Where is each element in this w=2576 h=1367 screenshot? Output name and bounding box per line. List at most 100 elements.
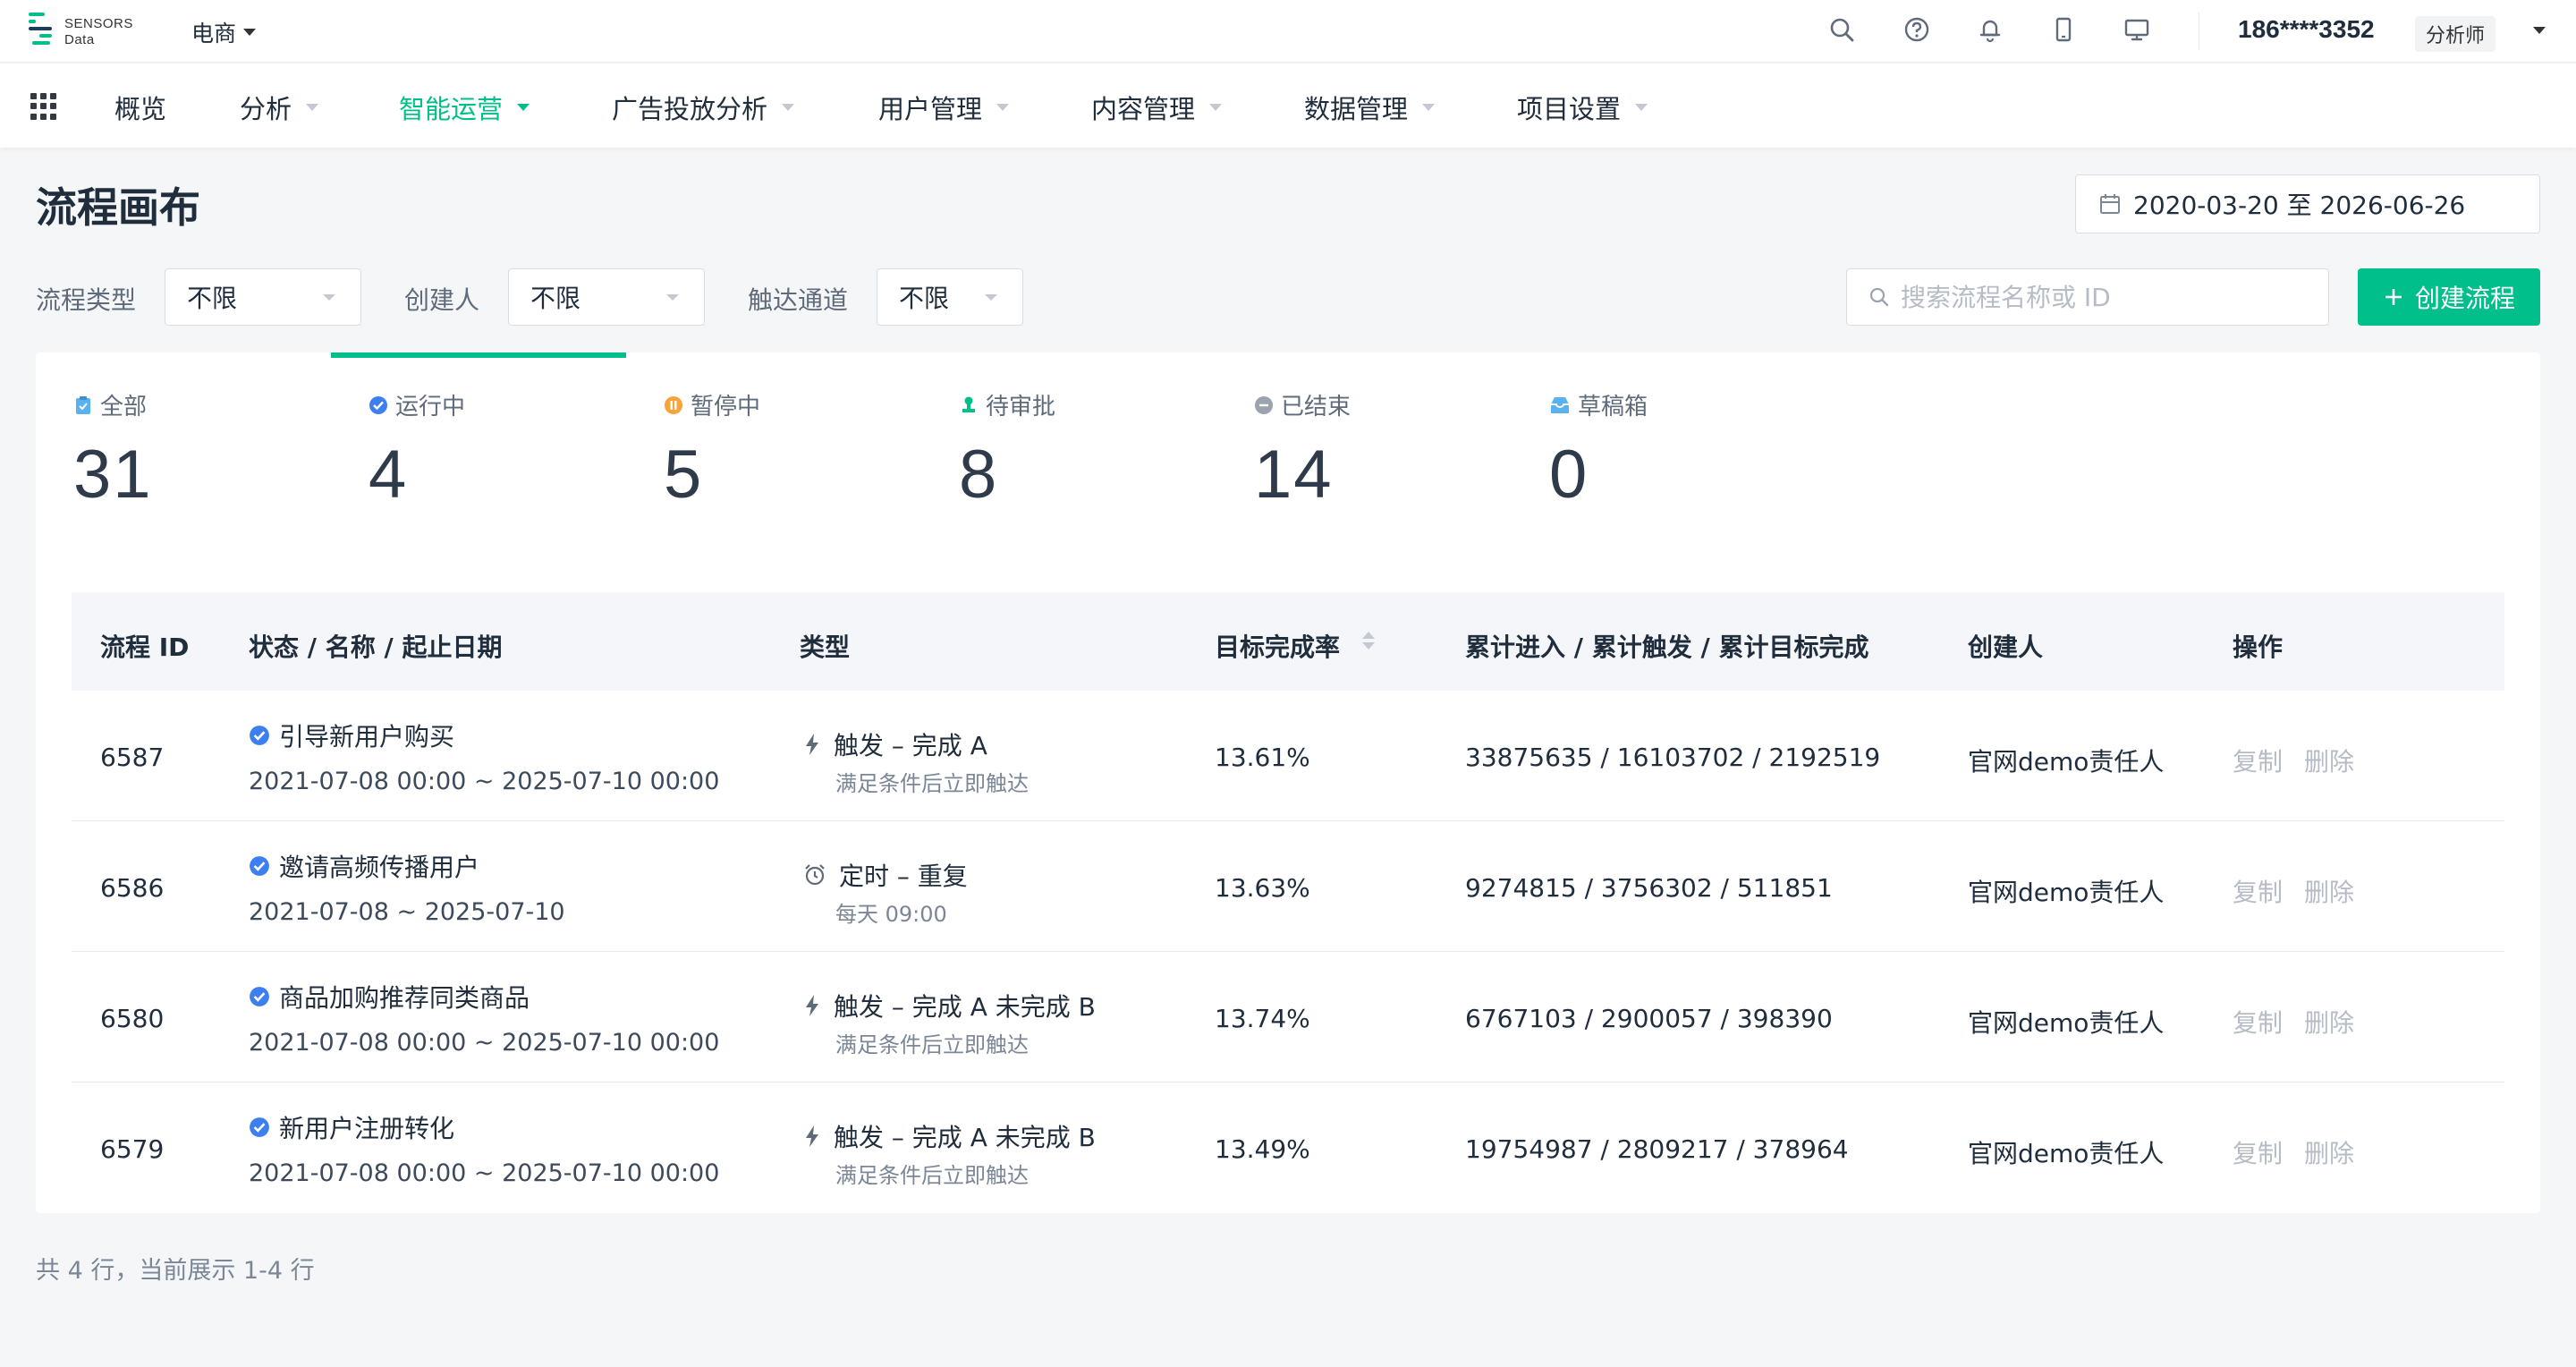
stat-label: 待审批 <box>986 394 1056 420</box>
flow-dates: 2021-07-08 00:00 ~ 2025-07-10 00:00 <box>249 1029 720 1057</box>
col-header-rate[interactable]: 目标完成率 <box>1215 628 1340 664</box>
flow-dates: 2021-07-08 ~ 2025-07-10 <box>249 898 565 926</box>
flow-name-link[interactable]: 引导新用户购买 <box>249 717 454 753</box>
creator-select[interactable]: 不限 <box>508 268 705 326</box>
flow-type-value: 不限 <box>187 284 238 313</box>
stat-tab-paused[interactable]: 暂停中 5 <box>664 388 932 514</box>
flow-type-desc: 每天 09:00 <box>835 902 947 927</box>
col-header-status: 状态 / 名称 / 起止日期 <box>249 633 503 662</box>
chevron-down-icon[interactable] <box>2533 27 2546 34</box>
table-row: 6580 商品加购推荐同类商品 2021-07-08 00:00 ~ 2025-… <box>72 952 2504 1083</box>
create-flow-button[interactable]: 创建流程 <box>2358 268 2540 326</box>
table-row: 6579 新用户注册转化 2021-07-08 00:00 ~ 2025-07-… <box>72 1083 2504 1213</box>
col-header-creator: 创建人 <box>1968 633 2044 662</box>
table-row: 6587 引导新用户购买 2021-07-08 00:00 ~ 2025-07-… <box>72 691 2504 821</box>
user-phone[interactable]: 186****3352 <box>2238 15 2375 44</box>
nav-item-user-management[interactable]: 用户管理 <box>878 89 1010 126</box>
stat-tab-drafts[interactable]: 草稿箱 0 <box>1549 388 1818 514</box>
flow-type-label: 触发 – 完成 A 未完成 B <box>834 992 1096 1022</box>
nav-item-data-management[interactable]: 数据管理 <box>1304 89 1436 126</box>
flow-list-card: 全部 31 运行中 4 暂停中 5 待审批 8 已结束 14 草稿箱 0 流程 … <box>36 352 2540 1213</box>
table-header: 流程 ID 状态 / 名称 / 起止日期 类型 目标完成率 累计进入 / 累计触… <box>72 592 2504 691</box>
copy-button[interactable]: 复制 <box>2233 873 2283 909</box>
calendar-icon <box>2100 194 2120 214</box>
delete-button[interactable]: 删除 <box>2304 873 2354 909</box>
sort-icon[interactable] <box>1362 632 1375 650</box>
stat-tab-all[interactable]: 全部 31 <box>73 388 342 514</box>
chevron-down-icon <box>517 104 530 111</box>
flow-type-desc: 满足条件后立即触达 <box>835 1163 1029 1188</box>
flow-type: 触发 – 完成 A 未完成 B <box>803 1118 1096 1154</box>
monitor-icon[interactable] <box>2122 14 2152 45</box>
role-badge[interactable]: 分析师 <box>2415 16 2496 52</box>
sensors-data-logo[interactable]: SENSORS Data <box>27 11 143 50</box>
copy-button[interactable]: 复制 <box>2233 1134 2283 1170</box>
flow-type: 定时 – 重复 <box>803 857 968 893</box>
stat-tab-pending-approval[interactable]: 待审批 8 <box>959 388 1227 514</box>
nav-item-project-settings[interactable]: 项目设置 <box>1517 89 1648 126</box>
nav-item-label: 广告投放分析 <box>612 94 768 124</box>
logo-icon <box>29 13 52 45</box>
flow-name-link[interactable]: 邀请高频传播用户 <box>249 848 479 884</box>
nav-item-label: 智能运营 <box>399 94 504 124</box>
nav-item-overview[interactable]: 概览 <box>114 89 166 126</box>
goal-rate: 13.63% <box>1215 873 1310 903</box>
stat-value: 4 <box>369 437 409 513</box>
stat-label: 已结束 <box>1281 394 1352 420</box>
nav-item-label: 数据管理 <box>1304 94 1409 124</box>
flow-type-select[interactable]: 不限 <box>165 268 361 326</box>
nav-item-label: 用户管理 <box>878 94 983 124</box>
nav-item-content-management[interactable]: 内容管理 <box>1091 89 1223 126</box>
nav-item-smart-ops[interactable]: 智能运营 <box>399 89 530 126</box>
flow-search-box[interactable] <box>1846 268 2329 326</box>
flow-table: 流程 ID 状态 / 名称 / 起止日期 类型 目标完成率 累计进入 / 累计触… <box>72 592 2504 1213</box>
flow-search-input[interactable] <box>1901 282 2312 312</box>
chevron-down-icon <box>666 294 679 301</box>
chevron-down-icon <box>985 294 997 301</box>
stat-label: 运行中 <box>395 394 466 420</box>
lightning-icon <box>806 995 818 1016</box>
chevron-down-icon <box>323 294 335 301</box>
stat-tab-running[interactable]: 运行中 4 <box>369 388 637 514</box>
project-switcher[interactable]: 电商 <box>191 16 257 48</box>
nav-item-analysis[interactable]: 分析 <box>240 89 319 126</box>
channel-label: 触达通道 <box>748 285 849 315</box>
flow-name: 邀请高频传播用户 <box>279 853 480 882</box>
col-header-counts: 累计进入 / 累计触发 / 累计目标完成 <box>1465 633 1869 662</box>
chevron-down-icon <box>306 104 319 111</box>
flow-name-link[interactable]: 商品加购推荐同类商品 <box>249 979 530 1015</box>
help-icon[interactable] <box>1902 14 1932 45</box>
search-icon[interactable] <box>1826 14 1857 45</box>
creator: 官网demo责任人 <box>1968 1008 2165 1038</box>
check-circle-icon <box>369 395 387 414</box>
flow-name-link[interactable]: 新用户注册转化 <box>249 1109 454 1145</box>
flow-type-desc: 满足条件后立即触达 <box>835 771 1029 796</box>
stat-tab-ended[interactable]: 已结束 14 <box>1254 388 1522 514</box>
date-range-picker[interactable]: 2020-03-20 至 2026-06-26 <box>2075 174 2540 233</box>
pause-circle-icon <box>665 395 682 414</box>
delete-button[interactable]: 删除 <box>2304 1004 2354 1040</box>
creator-label: 创建人 <box>404 285 480 315</box>
flow-type-desc: 满足条件后立即触达 <box>835 1032 1029 1057</box>
app-grid-icon[interactable] <box>30 93 57 120</box>
flow-dates: 2021-07-08 00:00 ~ 2025-07-10 00:00 <box>249 768 720 795</box>
channel-value: 不限 <box>899 284 950 313</box>
minus-circle-icon <box>1255 395 1273 414</box>
copy-button[interactable]: 复制 <box>2233 1004 2283 1040</box>
flow-id: 6579 <box>100 1134 165 1164</box>
channel-select[interactable]: 不限 <box>877 268 1023 326</box>
search-icon <box>1869 287 1889 307</box>
col-header-type: 类型 <box>800 633 851 662</box>
nav-item-ad-analysis[interactable]: 广告投放分析 <box>612 89 795 126</box>
main-nav: 概览 分析 智能运营 广告投放分析 用户管理 内容管理 数据管理 项目设置 <box>0 64 2576 148</box>
stat-label: 全部 <box>100 394 148 420</box>
flow-type-label: 定时 – 重复 <box>839 862 968 891</box>
bell-icon[interactable] <box>1975 14 2005 45</box>
copy-button[interactable]: 复制 <box>2233 743 2283 778</box>
alarm-clock-icon <box>805 864 825 886</box>
delete-button[interactable]: 删除 <box>2304 1134 2354 1170</box>
mobile-icon[interactable] <box>2048 14 2079 45</box>
col-header-ops: 操作 <box>2233 633 2284 662</box>
top-header: SENSORS Data 电商 186****3352 分析师 <box>0 0 2576 63</box>
delete-button[interactable]: 删除 <box>2304 743 2354 778</box>
